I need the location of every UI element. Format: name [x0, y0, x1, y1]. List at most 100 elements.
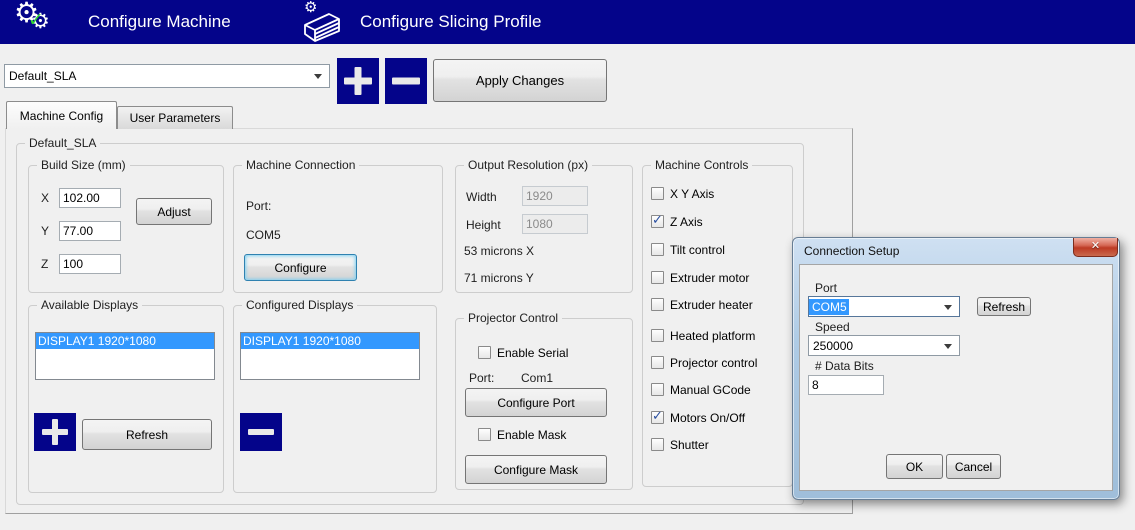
- height-label: Height: [466, 218, 501, 232]
- checkbox-icon: ✓: [651, 356, 664, 369]
- slicing-profile-icon: ⚙: [298, 1, 346, 43]
- dialog-port-value: COM5: [809, 299, 849, 315]
- projector-control-groupbox: Projector Control ✓ Enable Serial Port: …: [455, 318, 633, 490]
- checkbox-icon: ✓: [651, 243, 664, 256]
- checkbox-icon: ✓: [651, 187, 664, 200]
- checkbox-label: Tilt control: [670, 243, 725, 257]
- projector-control-title: Projector Control: [464, 311, 562, 325]
- y-size-field[interactable]: [59, 221, 121, 241]
- port-label: Port:: [246, 199, 271, 213]
- checkbox-manual-gcode[interactable]: ✓ Manual GCode: [651, 382, 751, 397]
- dialog-speed-label: Speed: [815, 320, 850, 334]
- profile-select-value: Default_SLA: [5, 69, 314, 83]
- checkbox-label: Z Axis: [670, 215, 703, 229]
- checkbox-enable-serial[interactable]: ✓ Enable Serial: [478, 345, 568, 360]
- add-display-button[interactable]: [34, 413, 76, 451]
- checkbox-icon: ✓: [651, 329, 664, 342]
- app-window: ⚙ ⚙ ✓ Configure Machine ⚙ Configure Slic…: [0, 0, 1135, 530]
- list-item[interactable]: DISPLAY1 1920*1080: [36, 333, 214, 349]
- machine-connection-title: Machine Connection: [242, 158, 359, 172]
- checkbox-icon: ✓: [651, 298, 664, 311]
- checkbox-label: Manual GCode: [670, 383, 751, 397]
- apply-changes-button[interactable]: Apply Changes: [433, 59, 607, 102]
- checkbox-label: Enable Mask: [497, 428, 566, 442]
- dialog-body: Port COM5 Refresh Speed 250000 # Data Bi…: [799, 264, 1113, 491]
- microns-x-label: 53 microns X: [464, 244, 534, 258]
- close-button[interactable]: ✕: [1073, 238, 1118, 257]
- z-label: Z: [41, 257, 48, 271]
- tab-machine-config[interactable]: Machine Config: [6, 101, 117, 129]
- remove-profile-button[interactable]: [385, 58, 427, 104]
- plus-icon: [355, 67, 362, 95]
- adjust-button[interactable]: Adjust: [136, 198, 212, 225]
- top-nav-bar: ⚙ ⚙ ✓ Configure Machine ⚙ Configure Slic…: [0, 0, 1135, 44]
- dialog-refresh-button[interactable]: Refresh: [977, 297, 1031, 316]
- green-check-icon: ✓: [28, 9, 44, 32]
- checkbox-z-axis[interactable]: ✓ Z Axis: [651, 214, 703, 229]
- checkbox-label: Extruder heater: [670, 298, 753, 312]
- add-profile-button[interactable]: [337, 58, 379, 104]
- configured-displays-title: Configured Displays: [242, 298, 357, 312]
- checkbox-heated-platform[interactable]: ✓ Heated platform: [651, 328, 755, 343]
- nav-configure-slicing-profile[interactable]: Configure Slicing Profile: [360, 0, 541, 44]
- machine-controls-groupbox: Machine Controls ✓ X Y Axis ✓ Z Axis ✓ T…: [642, 165, 793, 487]
- close-icon: ✕: [1091, 240, 1100, 252]
- checkbox-icon: ✓: [651, 383, 664, 396]
- checkbox-enable-mask[interactable]: ✓ Enable Mask: [478, 427, 566, 442]
- configure-port-button[interactable]: Configure Port: [465, 388, 607, 417]
- checkbox-label: Heated platform: [670, 329, 755, 343]
- width-label: Width: [466, 190, 497, 204]
- checkbox-tilt-control[interactable]: ✓ Tilt control: [651, 242, 725, 257]
- output-resolution-title: Output Resolution (px): [464, 158, 592, 172]
- available-displays-list: DISPLAY1 1920*1080: [35, 332, 215, 380]
- chevron-down-icon: [944, 305, 952, 314]
- plus-icon: [52, 419, 58, 445]
- checkbox-extruder-heater[interactable]: ✓ Extruder heater: [651, 297, 753, 312]
- remove-display-button[interactable]: [240, 413, 282, 451]
- width-field: [522, 186, 588, 206]
- dialog-port-select[interactable]: COM5: [808, 296, 960, 317]
- microns-y-label: 71 microns Y: [464, 271, 534, 285]
- dialog-speed-select[interactable]: 250000: [808, 335, 960, 356]
- chevron-down-icon: [944, 344, 952, 353]
- tab-user-parameters[interactable]: User Parameters: [117, 106, 233, 129]
- checkbox-label: Enable Serial: [497, 346, 568, 360]
- checkbox-motors-onoff[interactable]: ✓ Motors On/Off: [651, 410, 745, 425]
- nav-configure-machine[interactable]: Configure Machine: [88, 0, 231, 44]
- configure-mask-button[interactable]: Configure Mask: [465, 455, 607, 484]
- machine-controls-title: Machine Controls: [651, 158, 752, 172]
- checkbox-shutter[interactable]: ✓ Shutter: [651, 437, 709, 452]
- profile-select[interactable]: Default_SLA: [4, 64, 330, 88]
- configure-connection-button[interactable]: Configure: [244, 254, 357, 281]
- dialog-data-bits-field[interactable]: [808, 375, 884, 395]
- configured-displays-list: DISPLAY1 1920*1080: [240, 332, 420, 380]
- checkbox-icon: ✓: [478, 346, 491, 359]
- dialog-cancel-button[interactable]: Cancel: [946, 454, 1001, 479]
- available-displays-groupbox: Available Displays DISPLAY1 1920*1080 Re…: [28, 305, 224, 493]
- checkbox-icon: ✓: [478, 428, 491, 441]
- checkbox-label: Projector control: [670, 356, 757, 370]
- refresh-displays-button[interactable]: Refresh: [82, 419, 212, 450]
- list-item[interactable]: DISPLAY1 1920*1080: [241, 333, 419, 349]
- checkbox-label: Shutter: [670, 438, 709, 452]
- connection-setup-dialog: Connection Setup ✕ Port COM5 Refresh Spe…: [792, 237, 1120, 500]
- checkbox-label: Extruder motor: [670, 271, 749, 285]
- build-size-title: Build Size (mm): [37, 158, 130, 172]
- z-size-field[interactable]: [59, 254, 121, 274]
- checkbox-icon: ✓: [651, 438, 664, 451]
- dialog-data-bits-label: # Data Bits: [815, 359, 874, 373]
- checkbox-label: Motors On/Off: [670, 411, 745, 425]
- configured-displays-groupbox: Configured Displays DISPLAY1 1920*1080: [233, 305, 437, 493]
- projector-port-value: Com1: [521, 371, 553, 385]
- output-resolution-groupbox: Output Resolution (px) Width Height 53 m…: [455, 165, 633, 293]
- minus-icon: [248, 429, 274, 435]
- checkbox-xy-axis[interactable]: ✓ X Y Axis: [651, 186, 714, 201]
- x-size-field[interactable]: [59, 188, 121, 208]
- height-field: [522, 214, 588, 234]
- dialog-ok-button[interactable]: OK: [886, 454, 943, 479]
- checkbox-projector-control[interactable]: ✓ Projector control: [651, 355, 757, 370]
- checkbox-extruder-motor[interactable]: ✓ Extruder motor: [651, 270, 749, 285]
- minus-icon: [392, 78, 420, 85]
- port-value: COM5: [246, 228, 281, 242]
- machine-connection-groupbox: Machine Connection Port: COM5 Configure: [233, 165, 443, 293]
